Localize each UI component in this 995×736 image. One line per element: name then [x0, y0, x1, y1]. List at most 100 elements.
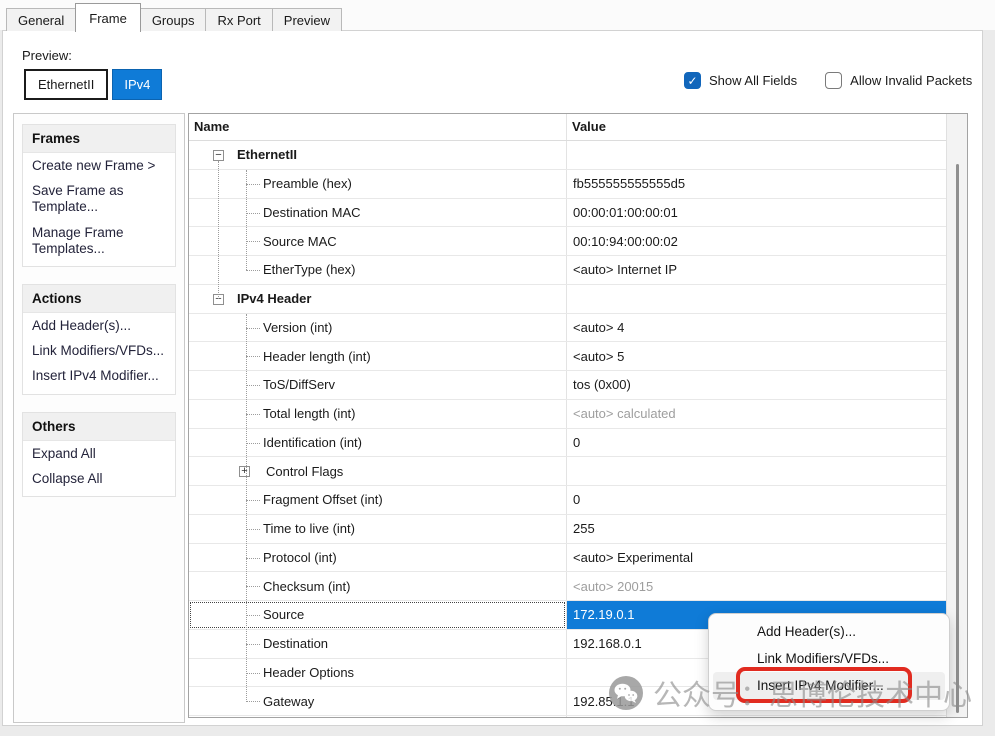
row-name-label: Total length (int): [263, 406, 356, 421]
row-value-cell[interactable]: 00:00:01:00:00:01: [567, 199, 946, 227]
sidebar: FramesCreate new Frame >Save Frame as Te…: [13, 113, 185, 723]
scrollbar-thumb[interactable]: [956, 164, 959, 713]
row-value-cell[interactable]: tos (0x00): [567, 371, 946, 399]
table-header: Name Value: [189, 114, 946, 141]
row-value-cell[interactable]: 0: [567, 429, 946, 457]
table-row[interactable]: Destination MAC 00:00:01:00:00:01: [189, 199, 946, 228]
row-name-label: Source MAC: [263, 234, 337, 249]
row-name-label: Fragment Offset (int): [263, 492, 383, 507]
sidebar-item-create-new-frame[interactable]: Create new Frame >: [23, 153, 175, 178]
tree-connector: [246, 644, 260, 645]
preview-label: Preview:: [22, 48, 72, 63]
row-name-cell[interactable]: − EthernetII: [189, 141, 566, 169]
row-value-cell[interactable]: 0: [567, 486, 946, 514]
tree-connector: [246, 586, 260, 587]
sidebar-item-link-modifiers-vfds[interactable]: Link Modifiers/VFDs...: [23, 338, 175, 363]
checkbox-unchecked-icon[interactable]: [825, 72, 842, 89]
tree-connector: [246, 500, 260, 501]
sidebar-item-save-frame-as-template[interactable]: Save Frame as Template...: [23, 178, 175, 219]
table-row[interactable]: ToS/DiffServ tos (0x00): [189, 371, 946, 400]
table-row[interactable]: Identification (int) 0: [189, 429, 946, 458]
tree-connector: [246, 270, 260, 271]
table-row[interactable]: Total length (int) <auto> calculated: [189, 400, 946, 429]
collapse-expander-icon[interactable]: −: [213, 150, 224, 161]
checkbox-show-all-fields[interactable]: ✓Show All Fields: [684, 72, 797, 89]
column-header-value: Value: [572, 119, 606, 134]
sidebar-item-expand-all[interactable]: Expand All: [23, 441, 175, 466]
spacer: [23, 389, 175, 394]
table-row[interactable]: +Control Flags: [189, 457, 946, 486]
column-header-name: Name: [194, 119, 229, 134]
row-value-cell[interactable]: [567, 285, 946, 313]
row-value-cell[interactable]: <auto> Experimental: [567, 544, 946, 572]
table-row[interactable]: −IPv4 Header: [189, 285, 946, 314]
tab-groups[interactable]: Groups: [140, 8, 207, 31]
row-name-label: Destination MAC: [263, 205, 361, 220]
row-value-cell[interactable]: fb555555555555d5: [567, 170, 946, 198]
sidebar-item-manage-frame-templates[interactable]: Manage Frame Templates...: [23, 220, 175, 261]
expand-expander-icon[interactable]: +: [239, 466, 250, 477]
row-value-cell[interactable]: [567, 141, 946, 169]
menu-item-link-modifiers-vfds[interactable]: Link Modifiers/VFDs...: [713, 645, 945, 673]
tree-connector: [246, 414, 260, 415]
frame-layer-ethernetii-button[interactable]: EthernetII: [24, 69, 108, 100]
menu-item-insert-ipv4-modifier[interactable]: Insert IPv4 Modifier...: [713, 672, 945, 700]
table-row[interactable]: Time to live (int)255: [189, 515, 946, 544]
row-value-cell[interactable]: <auto> Internet IP: [567, 256, 946, 284]
frame-editor-window: { "tabs": { "items": [ {"label": "Genera…: [0, 0, 995, 736]
table-row[interactable]: Preamble (hex) fb555555555555d5: [189, 170, 946, 199]
row-name-label: Preamble (hex): [263, 176, 352, 191]
row-value-cell[interactable]: <auto> calculated: [567, 400, 946, 428]
tree-connector: [246, 529, 260, 530]
sidebar-item-collapse-all[interactable]: Collapse All: [23, 466, 175, 491]
sidebar-section-title: Frames: [23, 125, 175, 153]
table-row[interactable]: Protocol (int) <auto> Experimental: [189, 544, 946, 573]
tab-frame[interactable]: Frame: [75, 3, 141, 32]
spacer: [23, 491, 175, 496]
tree-vertical-line: [218, 161, 219, 299]
row-value-cell[interactable]: 00:10:94:00:00:02: [567, 227, 946, 255]
frame-layer-buttons: EthernetIIIPv4: [24, 69, 162, 100]
tab-preview[interactable]: Preview: [272, 8, 342, 31]
row-value-cell[interactable]: 255: [567, 515, 946, 543]
sidebar-section-title: Actions: [23, 285, 175, 313]
row-name-label: Source: [263, 607, 304, 622]
table-row[interactable]: Header length (int)<auto> 5: [189, 342, 946, 371]
row-name-label: ToS/DiffServ: [263, 377, 335, 392]
checkbox-group: ✓Show All Fields Allow Invalid Packets: [684, 72, 972, 89]
checkbox-allow-invalid-packets[interactable]: Allow Invalid Packets: [825, 72, 972, 89]
tab-general[interactable]: General: [6, 8, 76, 31]
row-name-label: EthernetII: [237, 147, 297, 162]
spacer: [23, 261, 175, 266]
tab-rx-port[interactable]: Rx Port: [205, 8, 272, 31]
tree-connector: [246, 615, 260, 616]
row-value-cell[interactable]: <auto> 20015: [567, 572, 946, 600]
table-row[interactable]: Source MAC 00:10:94:00:00:02: [189, 227, 946, 256]
table-row[interactable]: − EthernetII: [189, 141, 946, 170]
sidebar-item-add-header-s[interactable]: Add Header(s)...: [23, 313, 175, 338]
table-row[interactable]: Version (int)<auto> 4: [189, 314, 946, 343]
tree-connector: [246, 443, 260, 444]
tree-vertical-line: [246, 170, 247, 271]
table-row[interactable]: Fragment Offset (int) 0: [189, 486, 946, 515]
table-row[interactable]: Checksum (int)<auto> 20015: [189, 572, 946, 601]
checkbox-checked-icon[interactable]: ✓: [684, 72, 701, 89]
row-value-cell[interactable]: [567, 457, 946, 485]
menu-item-add-header-s[interactable]: Add Header(s)...: [713, 618, 945, 646]
tab-bar: GeneralFrameGroupsRx PortPreview: [6, 0, 341, 31]
frame-layer-ipv4-button[interactable]: IPv4: [112, 69, 162, 100]
sidebar-item-insert-ipv4-modifier[interactable]: Insert IPv4 Modifier...: [23, 363, 175, 388]
context-menu: Add Header(s)...Link Modifiers/VFDs...In…: [708, 613, 950, 711]
sidebar-section-actions: ActionsAdd Header(s)...Link Modifiers/VF…: [22, 284, 176, 395]
row-name-label: Protocol (int): [263, 550, 337, 565]
tree-connector: [246, 328, 260, 329]
tree-vertical-line: [246, 314, 247, 702]
row-name-cell[interactable]: −IPv4 Header: [189, 285, 566, 313]
row-name-label: Destination: [263, 636, 328, 651]
row-value-cell[interactable]: <auto> 4: [567, 314, 946, 342]
row-value-cell[interactable]: <auto> 5: [567, 342, 946, 370]
tree-connector: [246, 673, 260, 674]
row-name-label: Identification (int): [263, 435, 362, 450]
table-row[interactable]: EtherType (hex)<auto> Internet IP: [189, 256, 946, 285]
row-name-label: Header Options: [263, 665, 354, 680]
